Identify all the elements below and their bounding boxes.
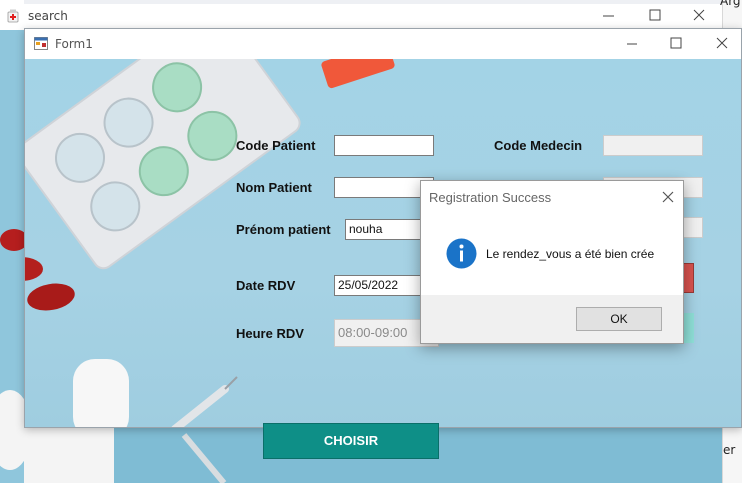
maximize-icon[interactable]	[640, 6, 670, 26]
choisir-button[interactable]: CHOISIR	[263, 423, 439, 459]
info-icon	[446, 238, 477, 269]
background-top-strip	[24, 0, 742, 4]
background-window-title: search	[28, 9, 68, 23]
form1-title: Form1	[55, 37, 93, 51]
code-patient-input[interactable]	[334, 135, 434, 156]
background-left-panel	[0, 30, 24, 483]
dialog-message: Le rendez_vous a été bien crée	[486, 247, 655, 261]
code-medecin-label: Code Medecin	[494, 138, 583, 153]
code-medecin-input[interactable]	[603, 135, 703, 156]
prenom-patient-input[interactable]: nouha	[345, 219, 425, 240]
date-rdv-picker[interactable]: 25/05/2022	[334, 275, 424, 296]
ok-button[interactable]: OK	[576, 307, 662, 331]
nom-patient-input[interactable]	[334, 177, 434, 198]
background-titlebar: search	[0, 0, 722, 30]
background-top-text: Arg	[720, 0, 741, 8]
close-icon[interactable]	[684, 6, 714, 26]
prenom-patient-label: Prénom patient	[236, 222, 331, 237]
heure-rdv-label: Heure RDV	[236, 326, 304, 341]
pill-decoration	[0, 229, 24, 470]
app-icon	[7, 9, 19, 23]
minimize-icon[interactable]	[619, 34, 645, 54]
form-icon	[34, 37, 48, 50]
registration-success-dialog: Registration Success Le rendez_vous a ét…	[420, 180, 684, 344]
dialog-title: Registration Success	[429, 190, 552, 205]
background-right-text: er	[723, 443, 736, 457]
maximize-icon[interactable]	[663, 34, 689, 54]
close-icon[interactable]	[709, 34, 735, 54]
date-rdv-label: Date RDV	[236, 278, 296, 293]
form1-titlebar: Form1	[25, 29, 741, 59]
code-patient-label: Code Patient	[236, 138, 316, 153]
close-icon[interactable]	[657, 187, 679, 207]
minimize-icon[interactable]	[594, 6, 624, 26]
nom-patient-label: Nom Patient	[236, 180, 312, 195]
